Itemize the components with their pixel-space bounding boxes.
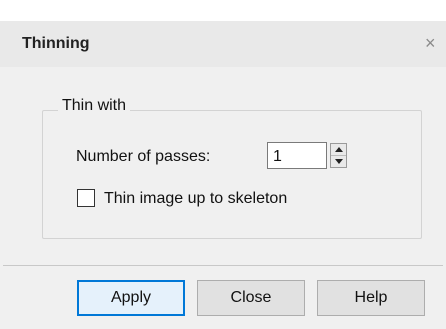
apply-button[interactable]: Apply xyxy=(77,280,185,316)
skeleton-checkbox[interactable] xyxy=(77,189,95,207)
thin-with-groupbox xyxy=(42,110,422,239)
top-strip xyxy=(0,0,446,21)
title-bar: Thinning × xyxy=(0,21,446,67)
arrow-up-icon xyxy=(334,147,343,152)
spinner-down-button[interactable] xyxy=(331,156,346,167)
thinning-dialog: Thinning × Thin with Number of passes: T… xyxy=(0,0,446,329)
number-of-passes-input[interactable] xyxy=(267,142,327,169)
help-button[interactable]: Help xyxy=(317,280,425,316)
dialog-title: Thinning xyxy=(22,35,90,52)
separator xyxy=(3,265,443,266)
groupbox-legend: Thin with xyxy=(58,97,131,115)
spinner-up-button[interactable] xyxy=(331,144,346,156)
arrow-down-icon xyxy=(334,159,343,164)
close-icon[interactable]: × xyxy=(425,33,436,54)
passes-spinner[interactable] xyxy=(330,143,347,168)
skeleton-checkbox-label[interactable]: Thin image up to skeleton xyxy=(104,190,287,208)
number-of-passes-label: Number of passes: xyxy=(76,148,211,165)
close-button[interactable]: Close xyxy=(197,280,305,316)
